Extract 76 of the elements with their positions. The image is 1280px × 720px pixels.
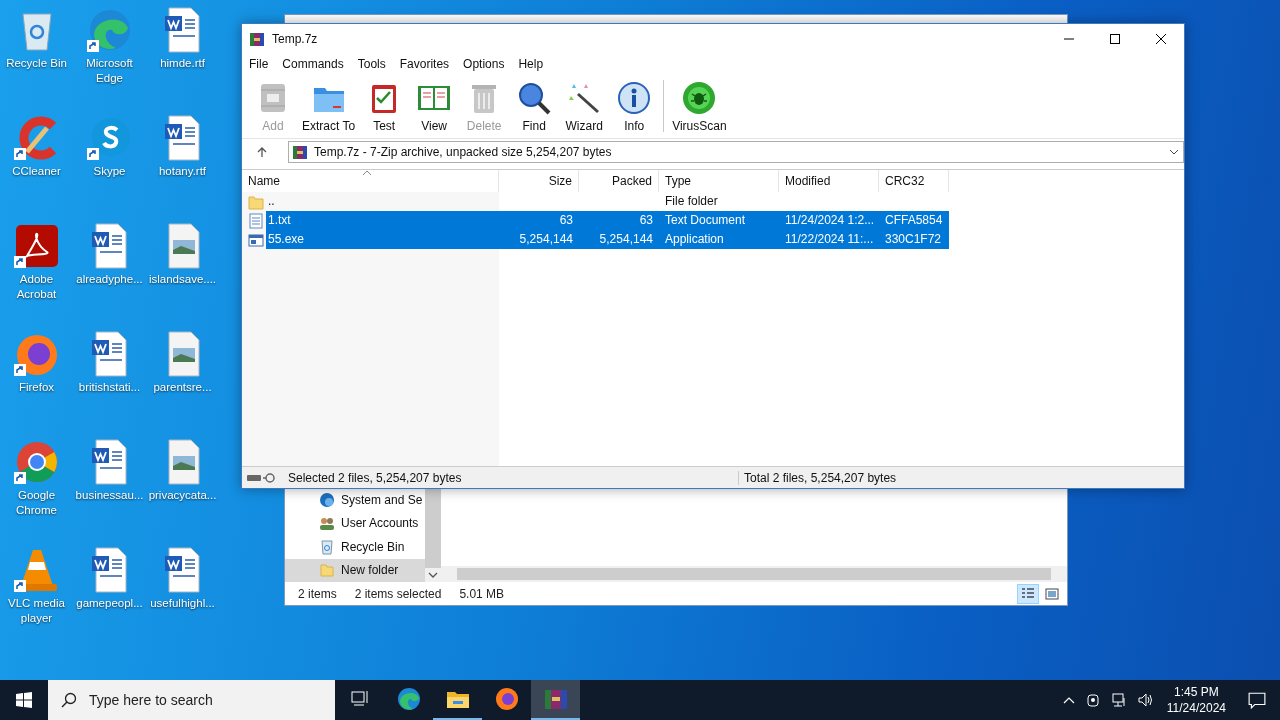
volume-icon[interactable] [1136,692,1153,708]
item-count: 2 items [298,586,337,601]
archive-icon [249,31,265,47]
table-cell: 11/22/2024 11:... [785,232,874,246]
column-header[interactable]: Type [659,170,779,192]
tiles-icon [1044,585,1060,602]
menu-item[interactable]: File [249,57,269,71]
search-icon [61,692,77,708]
clock[interactable]: 1:45 PM 11/24/2024 [1162,684,1230,716]
menu-item[interactable]: Tools [357,57,386,71]
sort-caret-icon [362,170,372,176]
close-icon [1156,34,1166,44]
meet-now-icon[interactable] [1084,692,1101,708]
archive-icon [292,144,308,160]
table-cell: 330C1F72 [885,232,942,246]
scroll-down-icon[interactable] [425,568,441,582]
toolbar-button[interactable]: VirusScan [668,77,731,135]
menu-item[interactable]: Favorites [399,57,450,71]
toolbar-button[interactable]: Find [509,77,560,135]
table-cell: Text Document [665,213,746,227]
column-header[interactable]: CRC32 [879,170,949,192]
status-text: Selected 2 files, 5,254,207 bytes [288,470,463,485]
nav-item[interactable]: System and Se [285,488,425,512]
file-name[interactable]: 55.exe [266,230,499,249]
table-cell: 5,254,144 [599,232,653,246]
info-icon [616,79,653,116]
recycle-bin-icon [319,538,335,555]
toolbar-button[interactable]: View [409,77,460,135]
column-header[interactable]: Packed [579,170,659,192]
selection-size: 5.01 MB [459,586,505,601]
table-cell: 5,254,144 [519,232,573,246]
table-cell: File folder [665,194,718,208]
column-header[interactable]: Size [499,170,579,192]
nav-item[interactable]: User Accounts [285,511,425,535]
menu-item[interactable]: Commands [282,57,344,71]
edge-icon [396,687,421,711]
file-name[interactable]: 1.txt [266,211,499,230]
users-icon [319,515,335,532]
text-file-icon [248,212,264,229]
notifications-icon[interactable] [1248,691,1266,709]
column-header[interactable]: Modified [779,170,879,192]
selection-count: 2 items selected [354,586,442,601]
horizontal-scrollbar[interactable] [441,566,1067,582]
status-text: Total 2 files, 5,254,207 bytes [738,470,897,485]
archive-icon [543,687,568,711]
path-combobox[interactable]: Temp.7z - 7-Zip archive, unpacked size 5,254,207 bytes [288,141,1184,163]
windows-logo-icon [16,692,32,708]
network-icon[interactable] [1110,692,1127,708]
firefox-icon [494,687,519,711]
table-cell: 63 [639,213,653,227]
drive-key-icon [246,471,278,484]
menu-item[interactable]: Options [463,57,505,71]
details-view-button[interactable] [1017,583,1039,604]
toolbar-button[interactable]: Info [609,77,660,135]
table-cell: Application [665,232,724,246]
chevron-up-icon[interactable] [1062,696,1075,704]
nav-item[interactable]: Recycle Bin [285,535,425,559]
folder-icon [248,193,264,210]
file-name[interactable]: .. [266,192,499,211]
table-cell: 63 [559,213,573,227]
toolbar-button[interactable]: Test [359,77,410,135]
window-title: Temp.7z [272,32,318,46]
menu-item[interactable]: Help [518,57,544,71]
bug-icon [681,79,718,116]
nav-item[interactable]: New folder [285,558,425,582]
application-icon [248,231,264,248]
up-arrow-icon[interactable] [256,146,268,158]
table-cell: CFFA5854 [885,213,943,227]
table-cell: 11/24/2024 1:2... [785,213,875,227]
dropdown-caret-icon [1169,149,1179,155]
column-header[interactable]: Name [242,170,499,192]
toolbar-button[interactable]: Wizard [559,77,610,135]
folder-icon [319,562,335,579]
vertical-scrollbar[interactable] [425,488,441,582]
toolbar-button[interactable]: Extract To [298,77,360,135]
maximize-icon [1110,34,1120,44]
